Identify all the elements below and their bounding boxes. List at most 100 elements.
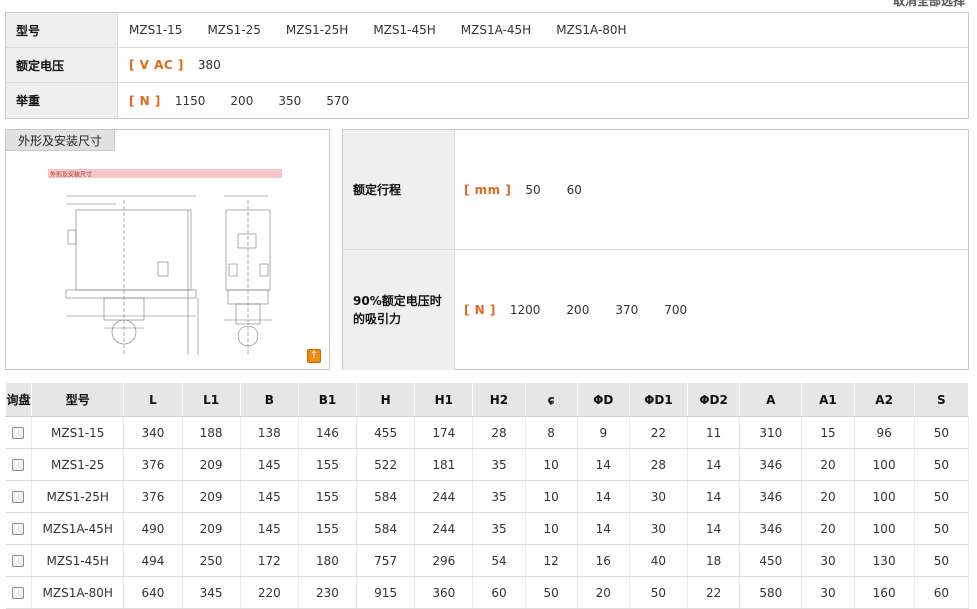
dimension-drawing[interactable]: 外形及安装尺寸 — [6, 160, 329, 365]
model-cell: MZS1-25 — [31, 448, 125, 481]
stroke-value[interactable]: 60 — [567, 183, 582, 197]
table-cell: 50 — [525, 576, 578, 609]
force-value[interactable]: 1200 — [510, 303, 541, 317]
force-value[interactable]: 200 — [566, 303, 589, 317]
force-values: [ N ] 1200 200 370 700 — [455, 250, 713, 370]
model-value[interactable]: MZS1-25H — [286, 23, 348, 37]
table-cell: 20 — [577, 576, 630, 609]
inquiry-checkbox[interactable] — [12, 587, 25, 599]
table-cell: 376 — [123, 448, 183, 481]
table-cell: 50 — [914, 416, 970, 449]
lift-value[interactable]: 350 — [278, 94, 301, 108]
inquiry-checkbox[interactable] — [12, 459, 25, 471]
force-value[interactable]: 700 — [664, 303, 687, 317]
table-cell: 138 — [240, 416, 299, 449]
column-header: B — [239, 382, 299, 417]
stroke-force-panel: 额定行程 [ mm ] 50 60 90%额定电压时的吸引力 [ N ] 120… — [342, 129, 969, 370]
model-value[interactable]: MZS1A-80H — [556, 23, 626, 37]
lift-value[interactable]: 200 — [230, 94, 253, 108]
inquiry-cell — [5, 544, 33, 577]
inquiry-checkbox[interactable] — [12, 523, 25, 535]
column-header: ΦD2 — [687, 382, 741, 417]
force-row: 90%额定电压时的吸引力 [ N ] 1200 200 370 700 — [343, 250, 968, 370]
table-cell: 174 — [414, 416, 474, 449]
table-cell: 20 — [801, 480, 855, 513]
table-cell: 60 — [472, 576, 526, 609]
column-header: A — [739, 382, 803, 417]
stroke-value[interactable]: 50 — [525, 183, 540, 197]
column-header: S — [913, 382, 970, 417]
stroke-values: [ mm ] 50 60 — [455, 130, 608, 249]
table-cell: 209 — [182, 448, 241, 481]
table-cell: 30 — [629, 512, 689, 545]
table-cell: 346 — [739, 448, 803, 481]
table-cell: 915 — [356, 576, 416, 609]
table-cell: 100 — [854, 448, 915, 481]
model-value[interactable]: MZS1-45H — [373, 23, 435, 37]
inquiry-cell — [5, 576, 33, 609]
table-cell: 50 — [914, 480, 970, 513]
force-value[interactable]: 370 — [615, 303, 638, 317]
table-cell: 296 — [414, 544, 474, 577]
lift-label: 举重 — [6, 83, 118, 118]
table-cell: 50 — [629, 576, 689, 609]
table-cell: 155 — [298, 448, 358, 481]
model-value[interactable]: MZS1A-45H — [461, 23, 531, 37]
force-label: 90%额定电压时的吸引力 — [343, 250, 455, 370]
table-cell: 9 — [577, 416, 630, 449]
inquiry-cell — [5, 416, 33, 449]
table-cell: 584 — [356, 512, 416, 545]
table-cell: 54 — [472, 544, 526, 577]
table-cell: 346 — [739, 480, 803, 513]
table-cell: 145 — [240, 448, 299, 481]
table-row: MZS1-25 376 209 145 155 522 181 35 10 14 28 14 346 20… — [5, 448, 970, 481]
table-cell: 16 — [577, 544, 630, 577]
inquiry-checkbox[interactable] — [12, 491, 25, 503]
column-header: H — [356, 382, 416, 417]
table-cell: 28 — [629, 448, 689, 481]
table-cell: 640 — [123, 576, 183, 609]
column-header: ɕ — [524, 382, 578, 417]
stroke-unit: [ mm ] — [464, 182, 512, 197]
drawing-tab[interactable]: 外形及安装尺寸 — [6, 130, 116, 151]
model-cell: MZS1-15 — [31, 416, 125, 449]
table-cell: 10 — [525, 448, 578, 481]
model-value[interactable]: MZS1-15 — [129, 23, 182, 37]
model-label: 型号 — [6, 13, 118, 47]
zoom-icon[interactable]: ↑ — [307, 349, 321, 363]
table-cell: 22 — [687, 576, 741, 609]
clear-all-selection-link[interactable]: 取消全部选择 — [893, 0, 965, 9]
table-cell: 18 — [687, 544, 741, 577]
table-body: MZS1-15 340 188 138 146 455 174 28 8 9 22 11 310 15 96… — [5, 416, 970, 609]
lift-values: [ N ] 1150 200 350 570 — [118, 83, 374, 118]
table-cell: 580 — [739, 576, 803, 609]
model-value[interactable]: MZS1-25 — [207, 23, 260, 37]
table-cell: 345 — [182, 576, 241, 609]
table-cell: 14 — [577, 512, 630, 545]
column-header: L1 — [181, 382, 241, 417]
lift-value[interactable]: 570 — [326, 94, 349, 108]
voltage-values: [ V AC ] 380 — [118, 48, 246, 82]
table-cell: 376 — [123, 480, 183, 513]
table-cell: 10 — [525, 480, 578, 513]
stroke-row: 额定行程 [ mm ] 50 60 — [343, 130, 968, 250]
table-cell: 230 — [298, 576, 358, 609]
table-cell: 310 — [739, 416, 803, 449]
inquiry-checkbox[interactable] — [12, 555, 25, 567]
inquiry-checkbox[interactable] — [12, 427, 25, 439]
lift-value[interactable]: 1150 — [175, 94, 206, 108]
spec-panel: 型号 MZS1-15 MZS1-25 MZS1-25H MZS1-45H MZS… — [5, 12, 969, 119]
table-cell: 35 — [472, 448, 526, 481]
table-cell: 490 — [123, 512, 183, 545]
table-cell: 14 — [577, 480, 630, 513]
column-header: H1 — [414, 382, 474, 417]
voltage-value[interactable]: 380 — [198, 58, 221, 72]
table-cell: 584 — [356, 480, 416, 513]
table-cell: 146 — [298, 416, 358, 449]
table-cell: 188 — [182, 416, 241, 449]
table-cell: 180 — [298, 544, 358, 577]
table-cell: 250 — [182, 544, 241, 577]
model-cell: MZS1A-80H — [31, 576, 125, 609]
table-cell: 15 — [801, 416, 855, 449]
column-header: A2 — [853, 382, 915, 417]
